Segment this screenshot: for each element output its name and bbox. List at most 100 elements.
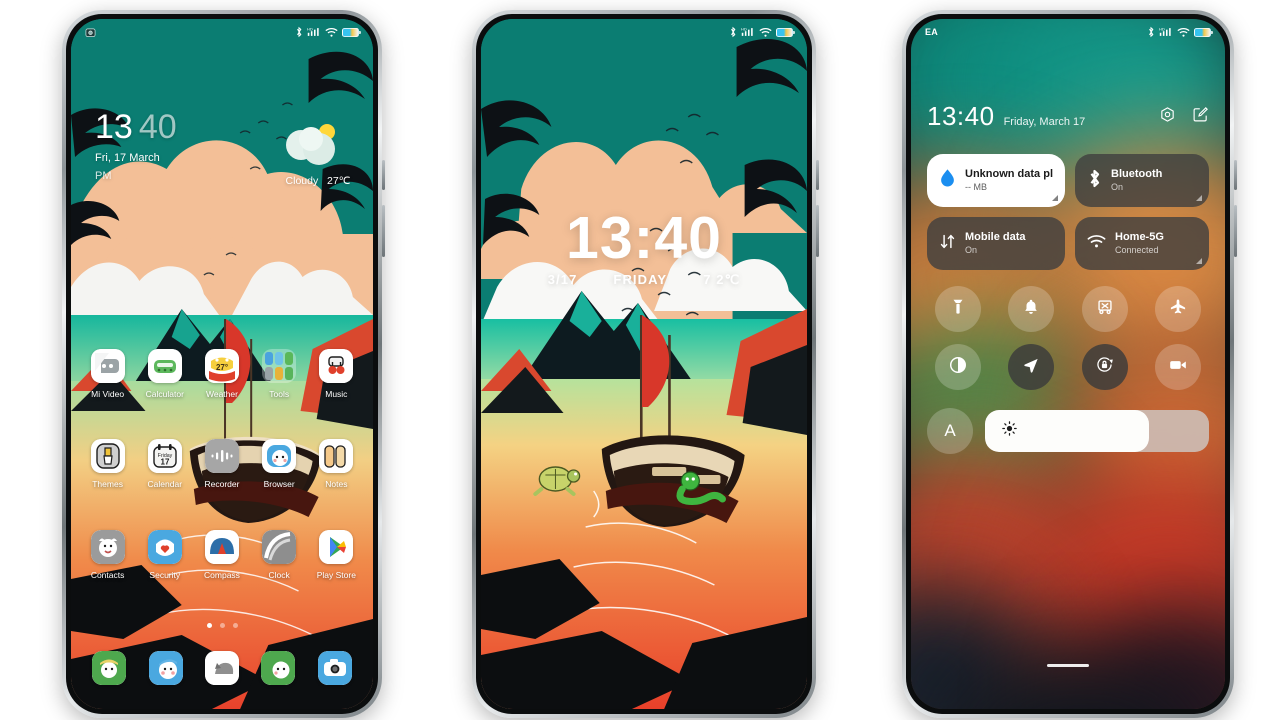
tile-expand-corner[interactable] (1052, 195, 1058, 201)
weather-temperature: 27℃ (326, 175, 351, 187)
app-weather[interactable]: 27° Weather (197, 349, 247, 399)
phone3-status-bar: EA HD (911, 19, 1225, 45)
app-recorder[interactable]: Recorder (197, 439, 247, 489)
lock-time: 13:40 (566, 205, 722, 271)
cc-header-actions (1159, 106, 1209, 132)
page-indicator[interactable] (71, 623, 373, 628)
app-calendar[interactable]: Friday 17 Calendar (140, 439, 190, 489)
phone2-status-icons: HD (729, 26, 795, 38)
wifi-icon (759, 27, 772, 38)
toggle-flashlight[interactable] (934, 286, 981, 332)
app-mi-video[interactable]: Mi Video (83, 349, 133, 399)
security-icon (147, 530, 182, 564)
gear-icon[interactable] (1159, 106, 1176, 128)
power-button[interactable] (382, 160, 385, 190)
phone2-screen: HD 13:40 3/17 FRIDAY 7 2℃ (481, 19, 807, 709)
app-label: Tools (269, 389, 290, 399)
phone3-screen: EA HD 13:40 Friday, March 17 Unknown dat… (911, 19, 1225, 709)
toggle-dark-mode[interactable] (934, 344, 981, 390)
svg-text:HD: HD (307, 27, 313, 32)
app-label: Recorder (204, 479, 240, 489)
phone1-screen: HD 13 40 Fri, 17 March PM Cloudy 27℃ Mi … (71, 19, 373, 709)
tile-mobile-data[interactable]: Mobile data On (927, 217, 1065, 270)
phone1-bezel: HD 13 40 Fri, 17 March PM Cloudy 27℃ Mi … (66, 14, 378, 714)
screenshot-stage: HD 13 40 Fri, 17 March PM Cloudy 27℃ Mi … (0, 0, 1280, 720)
screenshot-icon (1096, 298, 1114, 321)
tile-expand-corner[interactable] (1196, 195, 1202, 201)
battery-icon (776, 27, 795, 37)
dock-app-phone[interactable] (253, 651, 303, 685)
app-themes[interactable]: Themes (83, 439, 133, 489)
folder-icon (262, 349, 297, 383)
auto-rotate-lock-icon (1095, 355, 1114, 379)
tile-title: Bluetooth (1111, 168, 1163, 180)
phone-icon (261, 651, 296, 685)
app-label: Themes (92, 479, 123, 489)
app-label: Contacts (90, 570, 125, 580)
svg-text:17: 17 (160, 458, 169, 467)
auto-brightness-button[interactable]: A (927, 408, 973, 454)
app-notes[interactable]: Notes (311, 439, 361, 489)
volume-button[interactable] (382, 205, 385, 257)
home-weather-widget[interactable]: Cloudy 27℃ (281, 119, 355, 187)
tile-expand-corner[interactable] (1196, 258, 1202, 264)
wifi-icon (325, 27, 338, 38)
tile-text: Bluetooth On (1111, 168, 1162, 193)
app-row-1: Mi Video Calculator 27° Weather Tools Mu… (71, 349, 373, 399)
dock-app-messages[interactable] (141, 651, 191, 685)
tile-bluetooth[interactable]: Bluetooth On (1075, 154, 1209, 207)
drag-handle[interactable] (1047, 664, 1089, 667)
mi-video-icon (90, 349, 125, 383)
lock-temperature: 7 2℃ (703, 272, 741, 287)
tile-wifi[interactable]: Home-5G Connected (1075, 217, 1209, 270)
tile-data-usage[interactable]: Unknown data pl -- MB (927, 154, 1065, 207)
flashlight-icon (949, 298, 967, 321)
toggle-airplane-mode[interactable] (1155, 286, 1202, 332)
toggle-location[interactable] (1008, 344, 1055, 390)
camera-icon (317, 651, 352, 685)
settings-icon (204, 651, 239, 685)
app-calculator[interactable]: Calculator (140, 349, 190, 399)
power-button[interactable] (816, 160, 819, 190)
location-icon (1022, 356, 1040, 379)
phone1-status-bar: HD (71, 19, 373, 45)
app-play-store[interactable]: Play Store (311, 530, 361, 580)
screen-recorder-icon (1168, 355, 1188, 380)
toggle-ring[interactable] (1008, 286, 1055, 332)
lock-date: 3/17 (547, 272, 578, 287)
brightness-sun-icon (1001, 420, 1018, 442)
app-browser[interactable]: Browser (254, 439, 304, 489)
app-security[interactable]: Security (140, 530, 190, 580)
tile-title: Unknown data pl (965, 168, 1053, 180)
home-clock-widget[interactable]: 13 40 Fri, 17 March PM (95, 110, 177, 182)
app-folder-tools[interactable]: Tools (254, 349, 304, 399)
svg-text:HD: HD (1159, 27, 1165, 32)
power-button[interactable] (1234, 160, 1237, 190)
bluetooth-icon (1087, 168, 1102, 194)
phone2-status-bar: HD (481, 19, 807, 45)
brightness-slider[interactable] (985, 410, 1209, 452)
app-label: Security (149, 570, 181, 580)
app-clock[interactable]: Clock (254, 530, 304, 580)
app-row-2: Themes Friday 17 Calendar Recorder Brows… (71, 439, 373, 489)
app-compass[interactable]: Compass (197, 530, 247, 580)
toggle-screenshot[interactable] (1081, 286, 1128, 332)
page-dot (219, 623, 225, 628)
phone2-bezel: HD 13:40 3/17 FRIDAY 7 2℃ (476, 14, 812, 714)
tile-subtitle: On (1111, 181, 1124, 192)
dock-app-camera[interactable] (310, 651, 360, 685)
toggle-auto-rotate-lock[interactable] (1081, 344, 1128, 390)
edit-icon[interactable] (1192, 106, 1209, 128)
app-music[interactable]: Music (311, 349, 361, 399)
volume-button[interactable] (816, 205, 819, 257)
phone1-status-icons: HD (295, 26, 361, 38)
dock-app-gallery[interactable] (84, 651, 134, 685)
cc-date-text: Friday, March 17 (1003, 116, 1086, 128)
phone-control-center: EA HD 13:40 Friday, March 17 Unknown dat… (902, 10, 1237, 718)
app-row-3: Contacts Security Compass Clock Play Sto… (71, 530, 373, 580)
app-contacts[interactable]: Contacts (83, 530, 133, 580)
volume-button[interactable] (1234, 205, 1237, 257)
dock-app-settings[interactable] (197, 651, 247, 685)
play-store-icon (319, 530, 354, 564)
toggle-screen-recorder[interactable] (1155, 344, 1202, 390)
